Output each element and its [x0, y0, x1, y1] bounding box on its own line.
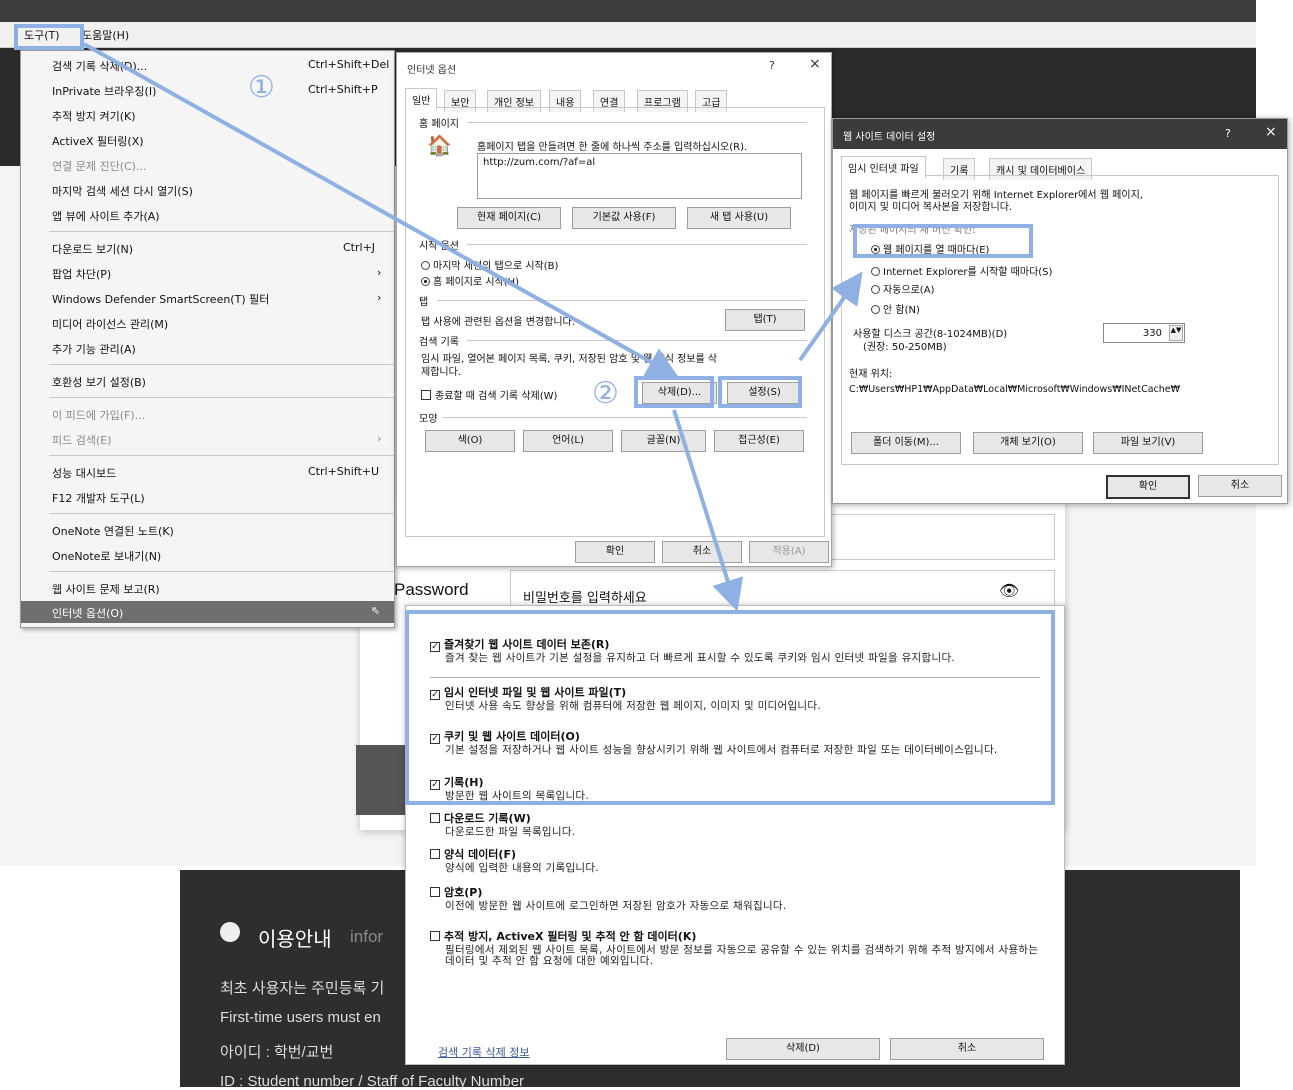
tab-general[interactable]: 일반: [405, 88, 438, 110]
arrow-tools-to-delete: [83, 42, 679, 378]
arrow-delete-to-dialog: [672, 409, 744, 612]
step-1-label: ①: [248, 70, 275, 105]
arrow-settings-to-dialog: [798, 271, 863, 362]
annotation-arrows: [83, 42, 863, 612]
tab-temp-files[interactable]: 임시 인터넷 파일: [841, 156, 926, 178]
step-2-label: ②: [592, 376, 619, 411]
